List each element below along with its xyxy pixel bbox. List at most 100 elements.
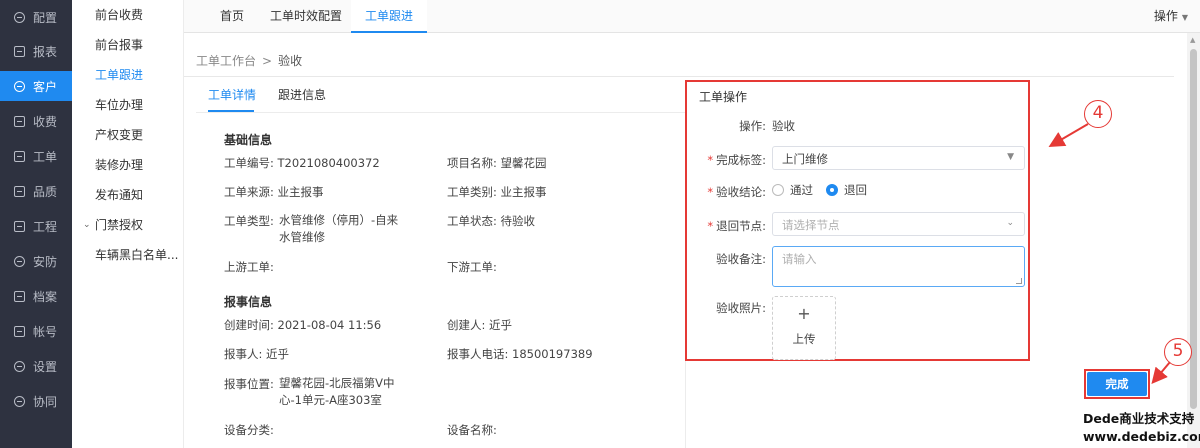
field-label: 报事人: (224, 347, 263, 361)
field-label: 工单来源: (224, 185, 274, 199)
field-value: 业主报事 (500, 185, 547, 199)
wrench-icon (14, 220, 25, 232)
submenu-item-property-change[interactable]: 产权变更 (95, 125, 183, 145)
sidebar-item-label: 帐号 (33, 324, 58, 339)
app-root: 配置 报表 客户 收费 工单 品质 工程 安防 档案 帐号 设置 协同 前台收费… (0, 0, 1200, 448)
plus-icon: + (797, 304, 811, 323)
field-reporter: 报事人: 近乎 (224, 346, 289, 362)
sidebar-item-engineering[interactable]: 工程 (0, 211, 72, 241)
operation-panel-title: 工单操作 (699, 90, 748, 104)
report-icon (14, 45, 25, 57)
field-label: 工单类别: (447, 185, 497, 199)
field-location-value: 望馨花园-北辰福第V中 心-1单元-A座303室 (279, 375, 395, 409)
watermark-line: Dede商业技术支持 (1083, 411, 1195, 426)
sidebar-item-workorder[interactable]: 工单 (0, 141, 72, 171)
field-label: 报事人电话: (447, 347, 509, 361)
watermark-line: www.dedebiz.com (1083, 429, 1200, 444)
field-value-line: 望馨花园-北辰福第V中 (279, 376, 395, 390)
section-title-report: 报事信息 (224, 295, 273, 309)
arrow-step-5 (1151, 361, 1171, 385)
field-label: 创建人: (447, 318, 486, 332)
callout-step-5: 5 (1164, 338, 1192, 366)
sidebar-item-customer[interactable]: 客户 (0, 71, 72, 101)
field-label: 工单状态: (447, 214, 497, 228)
user-icon (14, 80, 25, 92)
field-label: 完成标签: (716, 153, 766, 167)
sidebar-item-label: 安防 (33, 254, 58, 269)
field-status: 工单状态: 待验收 (447, 213, 535, 229)
breadcrumb: 工单工作台 > 验收 (196, 52, 302, 69)
field-label: 验收结论: (716, 185, 766, 199)
op-label: 操作: (739, 119, 766, 133)
submenu-item-vehicle-list[interactable]: 车辆黑白名单... (95, 245, 183, 265)
sidebar-item-settings[interactable]: 设置 (0, 351, 72, 381)
sidebar-item-report[interactable]: 报表 (0, 36, 72, 66)
required-mark: * (707, 219, 714, 233)
clipboard-icon (14, 150, 25, 162)
done-button[interactable]: 完成 (1087, 372, 1147, 396)
upload-label: 上传 (792, 332, 816, 346)
sidebar-item-label: 客户 (33, 79, 58, 94)
result-field-label: * 验收结论: (684, 184, 766, 200)
submenu-item-workorder-followup[interactable]: 工单跟进 (95, 65, 183, 85)
radio-return[interactable]: 退回 (826, 182, 867, 198)
remark-field-label: 验收备注: (716, 252, 766, 266)
sidebar-item-collab[interactable]: 协同 (0, 386, 72, 416)
tab-home[interactable]: 首页 (206, 0, 258, 33)
submenu-item-access[interactable]: 门禁授权 (95, 215, 183, 235)
sidebar-item-archive[interactable]: 档案 (0, 281, 72, 311)
chevron-down-icon: ⌄ (83, 220, 91, 230)
radio-pass[interactable]: 通过 (772, 182, 813, 198)
submenu-item-decoration[interactable]: 装修办理 (95, 155, 183, 175)
sidebar-item-label: 品质 (33, 184, 58, 199)
field-value: 18500197389 (512, 347, 593, 361)
watermark: Dede商业技术支持 www.dedebiz.com (1083, 410, 1200, 446)
field-label: 项目名称: (447, 156, 497, 170)
sidebar-item-security[interactable]: 安防 (0, 246, 72, 276)
operations-dropdown[interactable]: 操作 ▼ (1154, 0, 1188, 33)
caret-down-icon: ▼ (1181, 13, 1188, 22)
scroll-up-icon: ▲ (1190, 36, 1196, 44)
quality-icon (14, 185, 25, 197)
sidebar-item-config[interactable]: 配置 (0, 2, 72, 32)
node-select[interactable]: 请选择节点 ⌄ (772, 212, 1025, 236)
field-category: 工单类别: 业主报事 (447, 184, 547, 200)
required-mark: * (707, 185, 714, 199)
field-order-no: 工单编号: T2021080400372 (224, 155, 380, 171)
tab-workorder-followup[interactable]: 工单跟进 (351, 0, 428, 33)
breadcrumb-parent[interactable]: 工单工作台 (196, 54, 256, 68)
field-downstream: 下游工单: (447, 260, 497, 274)
resize-grip-icon[interactable] (1016, 278, 1022, 284)
textarea-placeholder: 请输入 (782, 252, 817, 266)
sidebar-item-account[interactable]: 帐号 (0, 316, 72, 346)
team-icon (14, 395, 25, 407)
vertical-scrollbar[interactable]: ▲ (1187, 33, 1200, 448)
submenu-item-parking[interactable]: 车位办理 (95, 95, 183, 115)
node-field-label: * 退回节点: (684, 218, 766, 234)
tag-select[interactable]: 上门维修 ▼ (772, 146, 1025, 170)
submenu-item-notice[interactable]: 发布通知 (95, 185, 183, 205)
tab-order-detail[interactable]: 工单详情 (208, 86, 256, 103)
primary-sidebar: 配置 报表 客户 收费 工单 品质 工程 安防 档案 帐号 设置 协同 (0, 0, 72, 448)
field-value-line: 水管维修 (279, 230, 325, 244)
sidebar-item-quality[interactable]: 品质 (0, 176, 72, 206)
tab-followup-info[interactable]: 跟进信息 (278, 86, 326, 103)
divider (196, 112, 686, 113)
field-label: 工单编号: (224, 156, 274, 170)
field-phone: 报事人电话: 18500197389 (447, 346, 593, 362)
wallet-icon (14, 115, 25, 127)
submenu-item-front-report[interactable]: 前台报事 (95, 35, 183, 55)
field-source: 工单来源: 业主报事 (224, 184, 324, 200)
remark-textarea[interactable]: 请输入 (772, 246, 1025, 287)
field-device-name: 设备名称: (447, 423, 497, 437)
submenu-item-front-charge[interactable]: 前台收费 (95, 5, 183, 25)
field-type-value: 水管维修（停用）-自来 水管维修 (279, 212, 398, 246)
sidebar-item-label: 档案 (33, 289, 58, 304)
upload-button[interactable]: + 上传 (772, 296, 836, 360)
settings-icon (14, 360, 25, 372)
caret-down-icon: ▼ (1007, 152, 1014, 162)
breadcrumb-current: 验收 (278, 54, 303, 68)
tab-sla-config[interactable]: 工单时效配置 (256, 0, 356, 33)
gear-icon (14, 11, 25, 23)
sidebar-item-charge[interactable]: 收费 (0, 106, 72, 136)
